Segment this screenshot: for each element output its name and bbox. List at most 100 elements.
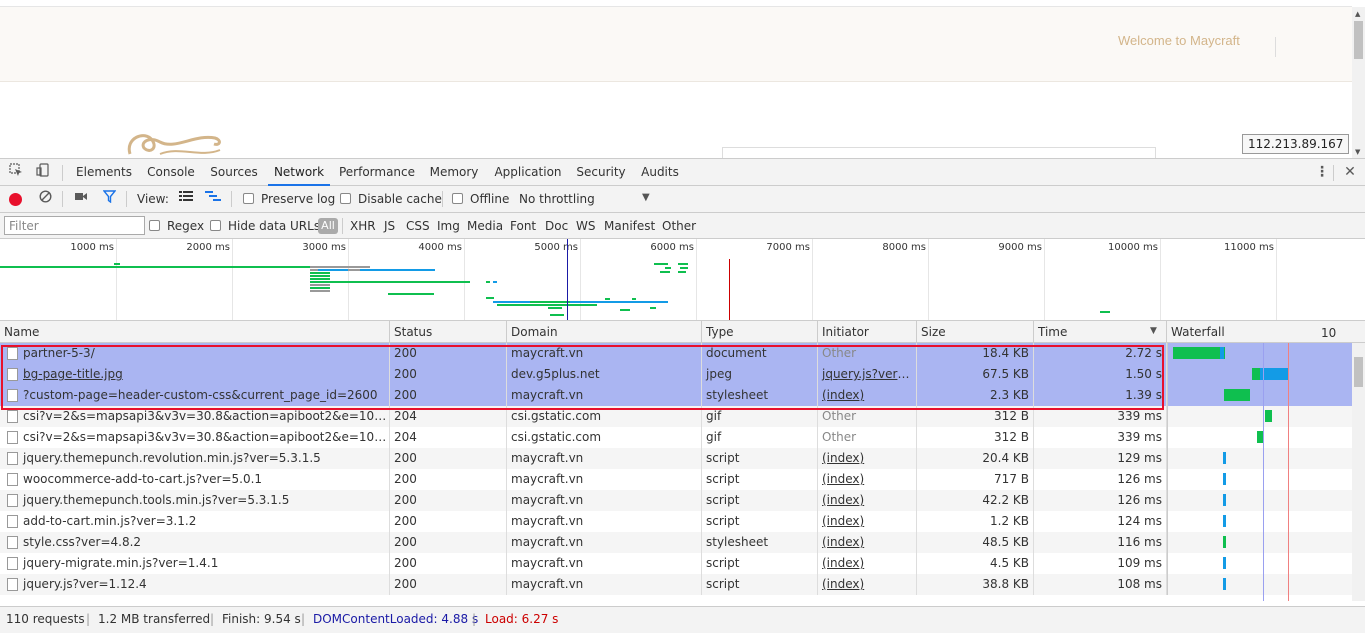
filter-type-other[interactable]: Other xyxy=(662,219,696,233)
close-devtools-icon[interactable]: ✕ xyxy=(1341,163,1359,181)
regex-checkbox[interactable] xyxy=(149,220,160,231)
maycraft-logo-ornament-icon[interactable] xyxy=(120,124,230,158)
filter-toggle-icon[interactable] xyxy=(100,190,118,208)
offline-checkbox[interactable] xyxy=(452,193,463,204)
record-icon[interactable] xyxy=(9,193,22,206)
scroll-up-arrow-icon[interactable]: ▲ xyxy=(1355,10,1360,18)
filter-type-css[interactable]: CSS xyxy=(406,219,430,233)
request-initiator[interactable]: (index) xyxy=(818,385,917,406)
table-row[interactable]: jquery.themepunch.tools.min.js?ver=5.3.1… xyxy=(0,490,1352,511)
table-row[interactable]: csi?v=2&s=mapsapi3&v3v=30.8&action=apibo… xyxy=(0,406,1352,427)
page-scroll-thumb[interactable] xyxy=(1354,21,1363,59)
request-size: 312 B xyxy=(917,427,1034,448)
request-name[interactable]: jquery-migrate.min.js?ver=1.4.1 xyxy=(0,553,390,574)
tab-console[interactable]: Console xyxy=(142,159,200,186)
request-initiator[interactable]: (index) xyxy=(818,448,917,469)
table-row[interactable]: jquery.js?ver=1.12.4 200 maycraft.vn script… xyxy=(0,574,1352,595)
table-row[interactable]: style.css?ver=4.8.2 200 maycraft.vn stylesh… xyxy=(0,532,1352,553)
filter-type-ws[interactable]: WS xyxy=(576,219,595,233)
table-row[interactable]: woocommerce-add-to-cart.js?ver=5.0.1 200 m… xyxy=(0,469,1352,490)
device-toolbar-icon[interactable] xyxy=(34,163,52,181)
overview-request-bar xyxy=(680,267,688,269)
request-size: 48.5 KB xyxy=(917,532,1034,553)
request-name[interactable]: partner-5-3/ xyxy=(0,343,390,364)
table-row[interactable]: ?custom-page=header-custom-css&current_p… xyxy=(0,385,1352,406)
table-row[interactable]: jquery.themepunch.revolution.min.js?ver=… xyxy=(0,448,1352,469)
tab-memory[interactable]: Memory xyxy=(424,159,484,186)
request-list-scroll-thumb[interactable] xyxy=(1354,357,1363,387)
tab-application[interactable]: Application xyxy=(490,159,566,186)
request-initiator[interactable]: (index) xyxy=(818,469,917,490)
waterfall-overview-icon[interactable] xyxy=(204,190,222,208)
request-name[interactable]: jquery.js?ver=1.12.4 xyxy=(0,574,390,595)
table-row[interactable]: partner-5-3/200 maycraft.vn document Other 1… xyxy=(0,343,1352,364)
throttling-select[interactable]: No throttling xyxy=(519,192,595,206)
overview-gridline xyxy=(580,239,581,320)
filter-type-media[interactable]: Media xyxy=(467,219,503,233)
filter-type-manifest[interactable]: Manifest xyxy=(604,219,655,233)
request-name[interactable]: add-to-cart.min.js?ver=3.1.2 xyxy=(0,511,390,532)
column-status[interactable]: Status xyxy=(390,321,507,343)
column-time[interactable]: Time xyxy=(1034,321,1167,343)
request-name[interactable]: ?custom-page=header-custom-css&current_p… xyxy=(0,385,390,406)
request-name[interactable]: style.css?ver=4.8.2 xyxy=(0,532,390,553)
request-name[interactable]: csi?v=2&s=mapsapi3&v3v=30.8&action=apibo… xyxy=(0,406,390,427)
waterfall-cell xyxy=(1167,427,1352,448)
filter-type-font[interactable]: Font xyxy=(510,219,536,233)
chevron-down-icon[interactable]: ▼ xyxy=(642,192,650,203)
filter-input[interactable] xyxy=(4,216,145,235)
tab-performance[interactable]: Performance xyxy=(336,159,418,186)
overview-request-bar xyxy=(548,307,562,309)
clear-icon[interactable] xyxy=(36,190,54,208)
tab-security[interactable]: Security xyxy=(572,159,630,186)
filter-type-img[interactable]: Img xyxy=(437,219,460,233)
request-initiator[interactable]: (index) xyxy=(818,490,917,511)
request-initiator[interactable]: (index) xyxy=(818,574,917,595)
sort-descending-icon[interactable]: ▼ xyxy=(1150,326,1157,336)
request-time: 109 ms xyxy=(1034,553,1167,574)
table-row[interactable]: bg-page-title.jpg 200 dev.g5plus.net jpeg jq… xyxy=(0,364,1352,385)
more-options-icon[interactable]: ⋮ xyxy=(1313,163,1331,181)
scroll-down-arrow-icon[interactable]: ▼ xyxy=(1355,148,1360,156)
column-name[interactable]: Name xyxy=(0,321,390,343)
table-row[interactable]: csi?v=2&s=mapsapi3&v3v=30.8&action=apibo… xyxy=(0,427,1352,448)
overview-request-bar xyxy=(585,301,605,303)
request-initiator[interactable]: (index) xyxy=(818,532,917,553)
table-row[interactable]: jquery-migrate.min.js?ver=1.4.1 200 maycra… xyxy=(0,553,1352,574)
disable-cache-checkbox[interactable] xyxy=(340,193,351,204)
filter-type-js[interactable]: JS xyxy=(384,219,395,233)
hide-data-urls-checkbox[interactable] xyxy=(210,220,221,231)
request-name[interactable]: woocommerce-add-to-cart.js?ver=5.0.1 xyxy=(0,469,390,490)
page-scrollbar[interactable]: ▲ ▼ xyxy=(1352,7,1365,158)
filter-type-xhr[interactable]: XHR xyxy=(350,219,376,233)
request-domain: maycraft.vn xyxy=(507,553,702,574)
tab-sources[interactable]: Sources xyxy=(206,159,262,186)
request-name[interactable]: jquery.themepunch.tools.min.js?ver=5.3.1… xyxy=(0,490,390,511)
preserve-log-checkbox[interactable] xyxy=(243,193,254,204)
inspect-element-icon[interactable] xyxy=(7,163,25,181)
column-domain[interactable]: Domain xyxy=(507,321,702,343)
large-rows-icon[interactable] xyxy=(177,190,195,208)
request-list-scrollbar[interactable] xyxy=(1352,343,1365,601)
column-size[interactable]: Size xyxy=(917,321,1034,343)
filter-type-doc[interactable]: Doc xyxy=(545,219,568,233)
filter-type-all[interactable]: All xyxy=(318,218,338,234)
request-initiator[interactable]: jquery.js?ver=1.12.4 xyxy=(818,364,917,385)
capture-screenshots-icon[interactable] xyxy=(72,190,90,208)
request-name[interactable]: csi?v=2&s=mapsapi3&v3v=30.8&action=apibo… xyxy=(0,427,390,448)
request-name[interactable]: bg-page-title.jpg xyxy=(0,364,390,385)
request-size: 717 B xyxy=(917,469,1034,490)
tab-elements[interactable]: Elements xyxy=(72,159,136,186)
request-status: 200 xyxy=(390,574,507,595)
overview-tick-label: 11000 ms xyxy=(1224,242,1274,253)
request-name[interactable]: jquery.themepunch.revolution.min.js?ver=… xyxy=(0,448,390,469)
column-initiator[interactable]: Initiator xyxy=(818,321,917,343)
tab-audits[interactable]: Audits xyxy=(636,159,684,186)
request-initiator[interactable]: (index) xyxy=(818,553,917,574)
tab-network[interactable]: Network xyxy=(268,159,330,186)
column-type[interactable]: Type xyxy=(702,321,818,343)
network-overview-timeline[interactable]: 1000 ms 2000 ms 3000 ms 4000 ms 5000 ms 6000 … xyxy=(0,239,1365,321)
request-initiator[interactable]: (index) xyxy=(818,511,917,532)
waterfall-cell xyxy=(1167,364,1352,385)
table-row[interactable]: add-to-cart.min.js?ver=3.1.2 200 maycraft.… xyxy=(0,511,1352,532)
